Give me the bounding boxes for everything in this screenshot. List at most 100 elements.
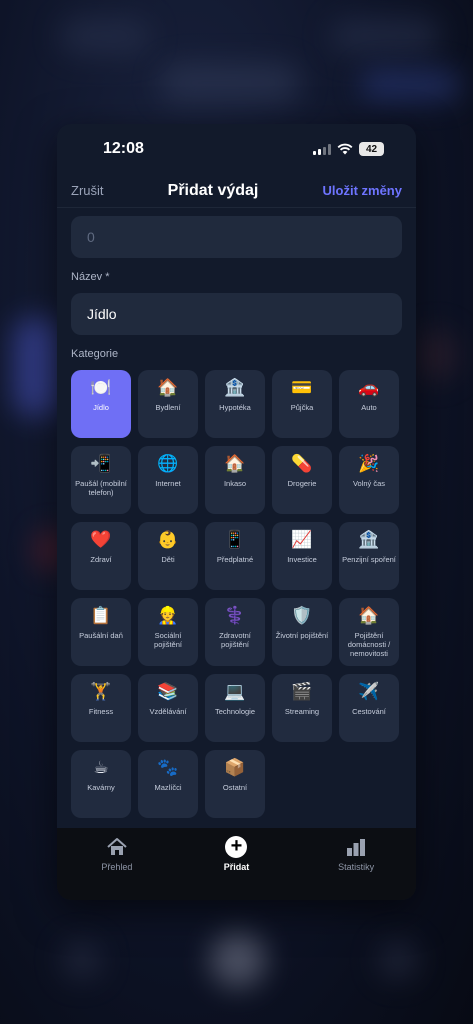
category-icon: 🏦 xyxy=(224,378,246,397)
category-tile[interactable]: 👶 Děti xyxy=(138,522,198,590)
tab-label: Statistiky xyxy=(338,862,375,872)
category-tile[interactable]: 🎉 Volný čas xyxy=(339,446,399,514)
tab-statistics[interactable]: Statistiky xyxy=(311,836,401,872)
category-label: Zdravotní pojištění xyxy=(219,631,251,649)
category-icon: 📋 xyxy=(90,606,112,625)
category-label: Ostatní xyxy=(222,783,248,792)
tab-label: Přehled xyxy=(101,862,133,872)
category-label: Jídlo xyxy=(93,403,109,412)
category-tile[interactable]: 💳 Půjčka xyxy=(272,370,332,438)
amount-input[interactable]: 0 xyxy=(71,216,402,258)
category-label: Paušál (mobilní telefon) xyxy=(75,479,127,497)
category-tile[interactable]: 🍽️ Jídlo xyxy=(71,370,131,438)
category-tile[interactable]: 📱 Předplatné xyxy=(205,522,265,590)
category-tile[interactable]: 💊 Drogerie xyxy=(272,446,332,514)
category-label: Technologie xyxy=(214,707,256,716)
save-button[interactable]: Uložit změny xyxy=(323,183,402,198)
page-title: Přidat výdaj xyxy=(167,181,259,199)
blurred-element xyxy=(330,18,440,54)
add-expense-sheet: 12:08 42 Zrušit Přidat výdaj Uložit změn… xyxy=(57,124,416,900)
category-icon: 👷 xyxy=(157,606,179,625)
navigation-bar: Zrušit Přidat výdaj Uložit změny xyxy=(57,174,416,208)
category-label: Drogerie xyxy=(287,479,317,488)
category-icon: 🏦 xyxy=(358,530,380,549)
category-icon: 💻 xyxy=(224,682,246,701)
category-icon: 🛡️ xyxy=(291,606,313,625)
category-tile[interactable]: 💻 Technologie xyxy=(205,674,265,742)
bar-chart-icon xyxy=(347,839,366,856)
category-tile[interactable]: 🏦 Hypotéka xyxy=(205,370,265,438)
category-label: Děti xyxy=(161,555,175,564)
tab-add[interactable]: + Přidat xyxy=(191,836,281,872)
category-tile[interactable]: ❤️ Zdraví xyxy=(71,522,131,590)
category-tile[interactable]: 🌐 Internet xyxy=(138,446,198,514)
category-icon: 🏋️ xyxy=(90,682,112,701)
category-tile[interactable]: 🏠 Inkaso xyxy=(205,446,265,514)
category-label: Paušální daň xyxy=(79,631,123,640)
category-tile[interactable]: 🚗 Auto xyxy=(339,370,399,438)
category-label: Mazlíčci xyxy=(154,783,182,792)
tab-label: Přidat xyxy=(223,862,250,872)
blurred-element xyxy=(378,940,418,980)
category-icon: 🍽️ xyxy=(90,378,112,397)
category-icon: ☕ xyxy=(93,758,109,777)
category-label: Investice xyxy=(287,555,317,564)
category-tile[interactable]: 🏦 Penzijní spoření xyxy=(339,522,399,590)
wifi-icon xyxy=(337,143,353,155)
category-tile[interactable]: 📈 Investice xyxy=(272,522,332,590)
blurred-element xyxy=(62,940,102,980)
name-input[interactable]: Jídlo xyxy=(71,293,402,335)
category-tile[interactable]: 📚 Vzdělávání xyxy=(138,674,198,742)
category-icon: 📦 xyxy=(224,758,246,777)
tab-bar: Přehled + Přidat Statistiky xyxy=(57,828,416,900)
battery-icon: 42 xyxy=(359,142,384,156)
expense-form: 0 Název * Jídlo Kategorie 🍽️ Jídlo 🏠 Bydlen… xyxy=(57,208,416,818)
category-tile[interactable]: 🛡️ Životní pojištění xyxy=(272,598,332,666)
category-icon: 🎬 xyxy=(291,682,313,701)
category-icon: 🏠 xyxy=(157,378,179,397)
category-tile[interactable]: 🏋️ Fitness xyxy=(71,674,131,742)
category-icon: 💳 xyxy=(291,378,313,397)
status-icons: 42 xyxy=(313,142,384,156)
blurred-element xyxy=(160,64,300,102)
cancel-button[interactable]: Zrušit xyxy=(71,183,104,198)
signal-icon xyxy=(313,143,331,155)
tab-overview[interactable]: Přehled xyxy=(72,836,162,872)
category-icon: 💊 xyxy=(291,454,313,473)
category-label: Životní pojištění xyxy=(275,631,329,640)
plus-circle-icon: + xyxy=(225,836,248,858)
category-tile[interactable]: 📋 Paušální daň xyxy=(71,598,131,666)
category-label: Auto xyxy=(361,403,377,412)
category-icon: 📲 xyxy=(90,454,112,473)
house-icon xyxy=(107,838,127,855)
category-label: Kavárny xyxy=(87,783,115,792)
category-label: Předplatné xyxy=(216,555,254,564)
category-tile[interactable]: 🎬 Streaming xyxy=(272,674,332,742)
category-label: Zdraví xyxy=(90,555,112,564)
category-label: Inkaso xyxy=(223,479,247,488)
category-tile[interactable]: 🏠 Bydlení xyxy=(138,370,198,438)
status-bar: 12:08 42 xyxy=(57,124,416,174)
category-icon: ✈️ xyxy=(358,682,380,701)
category-icon: 🏠 xyxy=(224,454,246,473)
category-tile[interactable]: ☕ Kavárny xyxy=(71,750,131,818)
category-icon: ❤️ xyxy=(90,530,112,549)
blurred-element xyxy=(14,318,62,416)
category-tile[interactable]: 🐾 Mazlíčci xyxy=(138,750,198,818)
category-label: Hypotéka xyxy=(219,403,251,412)
category-tile[interactable]: ✈️ Cestování xyxy=(339,674,399,742)
category-label: Bydlení xyxy=(155,403,181,412)
category-tile[interactable]: 🏠 Pojištění domácnosti / nemovitosti xyxy=(339,598,399,666)
category-tile[interactable]: 👷 Sociální pojištění xyxy=(138,598,198,666)
category-label: Streaming xyxy=(284,707,320,716)
category-tile[interactable]: 📦 Ostatní xyxy=(205,750,265,818)
category-label: Internet xyxy=(155,479,181,488)
category-label: Penzijní spoření xyxy=(342,555,396,564)
blurred-element xyxy=(60,18,150,54)
blurred-element xyxy=(210,932,266,988)
category-icon: 📚 xyxy=(157,682,179,701)
category-icon: 👶 xyxy=(157,530,179,549)
category-tile[interactable]: ⚕️ Zdravotní pojištění xyxy=(205,598,265,666)
category-icon: ⚕️ xyxy=(224,606,246,625)
category-tile[interactable]: 📲 Paušál (mobilní telefon) xyxy=(71,446,131,514)
